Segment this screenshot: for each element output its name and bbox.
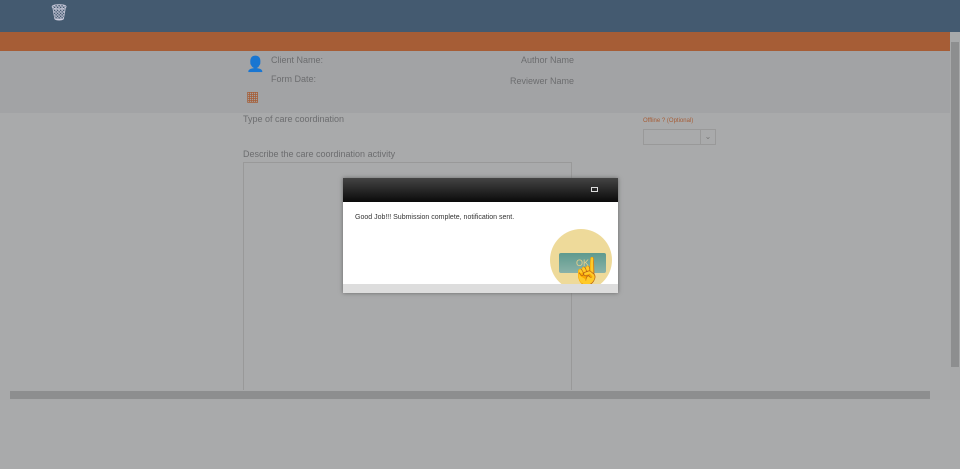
dialog-footer xyxy=(343,284,618,293)
dialog-message: Good Job!!! Submission complete, notific… xyxy=(355,214,515,221)
calendar-icon[interactable]: ▦ xyxy=(246,88,259,105)
offline-label: Offline ? (Optional) xyxy=(643,118,694,124)
vertical-scroll-thumb[interactable] xyxy=(951,42,959,367)
client-name-label: Client Name: xyxy=(271,55,324,65)
describe-label: Describe the care coordination activity xyxy=(243,149,396,159)
maximize-icon[interactable] xyxy=(591,187,598,192)
reviewer-name: Reviewer Name xyxy=(510,76,575,86)
add-person-icon: 👤 xyxy=(246,56,265,73)
horizontal-scroll-thumb[interactable] xyxy=(10,391,930,399)
dialog-titlebar xyxy=(343,178,618,202)
author-name: Author Name xyxy=(521,55,575,65)
form-date-label: Form Date: xyxy=(271,74,317,84)
hand-cursor-icon: ☝ xyxy=(571,256,604,286)
trash-icon[interactable]: 🗑 xyxy=(49,6,69,22)
top-toolbar: 🗑 xyxy=(0,0,960,32)
accent-bar xyxy=(0,32,950,51)
form-header xyxy=(0,51,950,113)
chevron-down-icon: ⌄ xyxy=(700,130,715,144)
type-label: Type of care coordination xyxy=(243,114,345,124)
offline-select[interactable]: ⌄ xyxy=(643,129,716,145)
notification-dialog: Good Job!!! Submission complete, notific… xyxy=(343,178,618,293)
